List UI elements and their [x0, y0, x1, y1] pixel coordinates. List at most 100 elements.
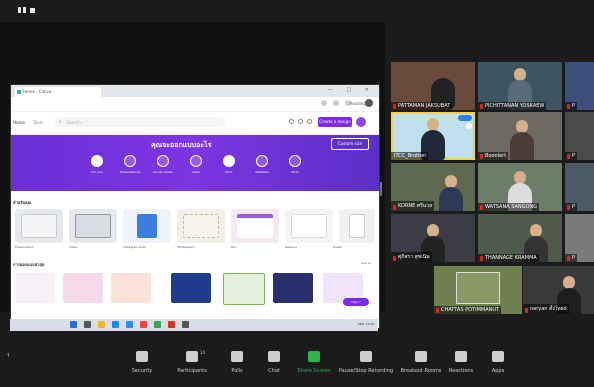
reading-list-link[interactable]: Reading list: [350, 101, 373, 106]
help-button[interactable]: Help ?: [343, 298, 369, 306]
participant-tile[interactable]: WATSANA SANGONG: [478, 163, 562, 211]
security-label: Security: [131, 368, 153, 374]
design-thumbnail[interactable]: [273, 273, 313, 303]
share-screen-label: Share Screen: [297, 368, 331, 374]
recording-button[interactable]: Pause/Stop Recording: [338, 351, 394, 374]
category-social-media[interactable]: Social media: [150, 155, 176, 174]
participant-tile[interactable]: KORNE ศรีนวล: [391, 163, 475, 211]
participant-tile[interactable]: P: [565, 214, 594, 262]
chat-icon: [268, 351, 280, 362]
recent-designs-row: [11, 273, 379, 309]
muted-mic-icon: [436, 308, 439, 313]
see-all-link[interactable]: See all: [361, 261, 371, 265]
help-icon[interactable]: [298, 119, 303, 124]
file-explorer-icon[interactable]: [98, 321, 105, 328]
nav-home[interactable]: Home: [13, 120, 25, 125]
template-card[interactable]: [177, 209, 225, 243]
notifications-icon[interactable]: [307, 119, 312, 124]
participant-tile[interactable]: P: [565, 163, 594, 211]
security-button[interactable]: Security: [114, 351, 170, 374]
more-icon: [289, 155, 301, 167]
template-card[interactable]: [15, 209, 63, 243]
hero-banner: คุณจะออกแบบอะไร Custom size For you Pres…: [11, 135, 379, 191]
participant-tile[interactable]: P: [565, 112, 594, 160]
participant-tile[interactable]: THANNAGE KRAMMA: [478, 214, 562, 262]
app-taskbar-icon[interactable]: [168, 321, 175, 328]
category-websites[interactable]: Websites: [249, 155, 275, 174]
system-tray[interactable]: ENG 13:25: [358, 322, 374, 326]
category-for-you[interactable]: For you: [84, 155, 110, 174]
search-taskbar-icon[interactable]: [84, 321, 91, 328]
participant-tile[interactable]: Boonlert: [478, 112, 562, 160]
stop-square-icon[interactable]: [30, 8, 35, 13]
design-thumbnail[interactable]: [15, 273, 55, 303]
template-card[interactable]: [231, 209, 279, 243]
template-card[interactable]: [285, 209, 333, 243]
template-card[interactable]: [69, 209, 117, 243]
participant-tile[interactable]: P: [565, 62, 594, 110]
edge-icon[interactable]: [112, 321, 119, 328]
settings-icon[interactable]: [289, 119, 294, 124]
custom-size-button[interactable]: Custom size: [331, 138, 369, 150]
share-screen-icon: [308, 351, 320, 362]
share-screen-button[interactable]: Share Screen: [286, 351, 342, 374]
participant-name: ITCC_Brother: [391, 152, 429, 160]
category-print[interactable]: Print: [216, 155, 242, 174]
participant-name: naryan ตั้งไทยd: [523, 304, 569, 314]
address-bar[interactable]: [11, 97, 379, 112]
template-card[interactable]: [339, 209, 375, 243]
category-presentations[interactable]: Presentations: [117, 155, 143, 174]
participant-name: ศุภิสรา สุขเนิน: [391, 252, 432, 262]
panel-resize-handle[interactable]: [380, 182, 382, 196]
browser-tab[interactable]: Home - Canva: [15, 87, 101, 97]
zoom-taskbar-icon[interactable]: [126, 321, 133, 328]
participant-name: PATTAMAN JAKSUBAT: [391, 102, 453, 110]
template-label: Doc: [231, 245, 237, 249]
create-design-button[interactable]: Create a design: [318, 117, 352, 127]
participant-name: THANNAGE KRAMMA: [478, 254, 539, 262]
template-label: Resume: [285, 245, 298, 249]
design-thumbnail[interactable]: [111, 273, 151, 303]
app-taskbar-icon[interactable]: [154, 321, 161, 328]
participant-tile[interactable]: ศุภิสรา สุขเนิน: [391, 214, 475, 262]
search-input[interactable]: ⌕ Search: [55, 117, 225, 127]
muted-mic-icon: [480, 104, 483, 109]
toolbar-caret-icon[interactable]: ↑: [6, 353, 10, 359]
template-label: Presentation: [15, 245, 34, 249]
window-controls[interactable]: — □ ✕: [328, 87, 375, 93]
design-thumbnail[interactable]: [171, 273, 211, 303]
nav-tools[interactable]: Tools: [33, 120, 43, 125]
muted-mic-icon: [567, 154, 570, 159]
extension-icon[interactable]: [321, 100, 327, 106]
app-taskbar-icon[interactable]: [182, 321, 189, 328]
favorites-icon[interactable]: [333, 100, 339, 106]
participant-tile[interactable]: CHATTAS POTIMMANUT: [434, 266, 522, 314]
start-icon[interactable]: [70, 321, 77, 328]
design-thumbnail[interactable]: [223, 273, 265, 305]
muted-mic-icon: [567, 205, 570, 210]
hero-title: คุณจะออกแบบอะไร: [151, 141, 212, 149]
apps-button[interactable]: Apps: [470, 351, 526, 374]
participant-tile[interactable]: PATTAMAN JAKSUBAT: [391, 62, 475, 110]
template-card[interactable]: [123, 209, 171, 243]
user-avatar[interactable]: [356, 117, 366, 127]
print-icon: [223, 155, 235, 167]
more-options-icon[interactable]: [466, 123, 472, 129]
camera-status-icon: [458, 115, 472, 121]
shield-icon: [136, 351, 148, 362]
template-row: Presentation Video Instagram Post Whiteb…: [11, 209, 379, 253]
view-options-icon[interactable]: [18, 7, 21, 13]
app-taskbar-icon[interactable]: [140, 321, 147, 328]
participant-tile-active-speaker[interactable]: ITCC_Brother: [391, 112, 475, 160]
category-label: Websites: [255, 170, 269, 174]
design-thumbnail[interactable]: [63, 273, 103, 303]
tab-title: Home - Canva: [23, 89, 52, 94]
category-video[interactable]: Video: [183, 155, 209, 174]
meeting-controls-toolbar: ↑ Security 14 Participants Polls Chat Sh…: [0, 345, 594, 387]
view-options-icon-bar[interactable]: [23, 7, 26, 13]
participant-tile[interactable]: PICHITTANAN YOSKAEW: [478, 62, 562, 110]
category-more[interactable]: More: [282, 155, 308, 174]
category-label: More: [291, 170, 299, 174]
participant-tile[interactable]: naryan ตั้งไทยd: [523, 266, 594, 314]
muted-mic-icon: [393, 256, 396, 261]
